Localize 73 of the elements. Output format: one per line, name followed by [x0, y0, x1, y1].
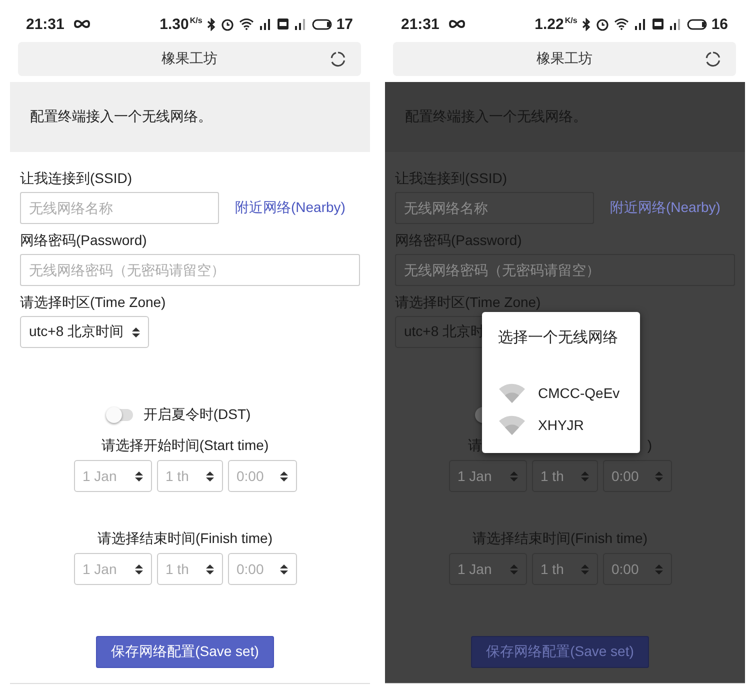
nearby-link[interactable]: 附近网络(Nearby)	[235, 199, 346, 217]
page-title: 橡果工坊	[536, 50, 592, 68]
caret-icon	[580, 470, 588, 482]
time-select[interactable]: 1 th	[156, 460, 222, 492]
caret-icon	[654, 470, 662, 482]
network-item[interactable]: CMCC-QeEv	[538, 385, 620, 401]
field-label: 网络密码(Password)	[20, 232, 147, 249]
battery-icon	[687, 18, 710, 30]
dst-label: 开启夏令时(DST)	[143, 406, 251, 424]
save-button[interactable]: 保存网络配置(Save set)	[96, 636, 274, 668]
caret-icon	[580, 564, 588, 574]
signal-icon	[294, 18, 308, 30]
page-title: 橡果工坊	[162, 50, 218, 68]
field-label: 请选择时区(Time Zone)	[20, 294, 166, 311]
caret-icon	[654, 564, 662, 574]
caret-icon	[132, 326, 140, 338]
infinity-icon	[73, 19, 92, 29]
caret-icon	[510, 564, 518, 574]
time-select[interactable]: 1 th	[156, 553, 222, 585]
alarm-icon	[221, 18, 234, 30]
caret-icon	[280, 470, 288, 482]
time-select[interactable]: 1 Jan	[448, 460, 526, 492]
time-select[interactable]: 0:00	[602, 553, 672, 585]
status-time: 21:31	[401, 16, 440, 32]
wifi-signal-icon	[498, 415, 526, 435]
caret-icon	[206, 564, 214, 574]
network-speed: 1.30	[160, 16, 189, 32]
start-time-label: 请选择开始时间(Start time)	[101, 436, 269, 454]
bluetooth-icon	[207, 18, 216, 30]
wifi-signal-icon	[498, 383, 526, 403]
signal-icon	[259, 18, 272, 30]
alarm-icon	[596, 18, 610, 30]
network-speed: 1.22	[534, 16, 564, 32]
time-select[interactable]: 1 th	[532, 553, 598, 585]
dst-toggle[interactable]	[107, 409, 134, 421]
caret-icon	[134, 564, 142, 574]
time-select[interactable]: 1 Jan	[448, 553, 526, 585]
bluetooth-icon	[582, 18, 592, 30]
battery-level: 16	[711, 16, 728, 32]
signal-icon	[634, 18, 648, 30]
caret-icon	[134, 470, 142, 482]
timezone-select[interactable]: utc+8 北京时间	[20, 316, 149, 348]
time-select[interactable]: 0:00	[228, 553, 296, 585]
caret-icon	[280, 564, 288, 574]
caret-icon	[206, 470, 214, 482]
speed-unit: K/s	[564, 16, 578, 25]
network-item[interactable]: XHYJR	[538, 417, 584, 433]
password-field[interactable]: 无线网络密码（无密码请留空）	[395, 254, 735, 286]
speed-unit: K/s	[190, 16, 202, 25]
finish-time-label: 请选择结束时间(Finish time)	[97, 529, 272, 547]
time-select[interactable]: 0:00	[228, 460, 296, 492]
hd-icon	[652, 18, 664, 30]
signal-icon	[669, 18, 682, 30]
caret-icon	[510, 470, 518, 482]
refresh-icon[interactable]	[704, 50, 722, 68]
time-select[interactable]: 1 Jan	[74, 553, 152, 585]
infinity-icon	[448, 19, 466, 29]
hd-icon	[277, 18, 290, 30]
time-select[interactable]: 0:00	[602, 460, 672, 492]
start-time-label: )	[647, 436, 652, 454]
time-select[interactable]: 1 Jan	[74, 460, 152, 492]
ssid-field[interactable]: 无线网络名称	[395, 192, 594, 224]
status-time: 21:31	[26, 16, 64, 32]
battery-level: 17	[336, 16, 353, 32]
banner-text: 配置终端接入一个无线网络。	[30, 108, 212, 126]
save-button[interactable]: 保存网络配置(Save set)	[471, 636, 649, 668]
wifi-icon	[614, 18, 630, 30]
refresh-icon[interactable]	[329, 50, 347, 68]
time-select[interactable]: 1 th	[532, 460, 598, 492]
battery-icon	[312, 18, 334, 30]
wifi-icon	[239, 18, 254, 30]
nearby-link[interactable]: 附近网络(Nearby)	[610, 199, 720, 217]
field-label: 让我连接到(SSID)	[20, 170, 132, 187]
